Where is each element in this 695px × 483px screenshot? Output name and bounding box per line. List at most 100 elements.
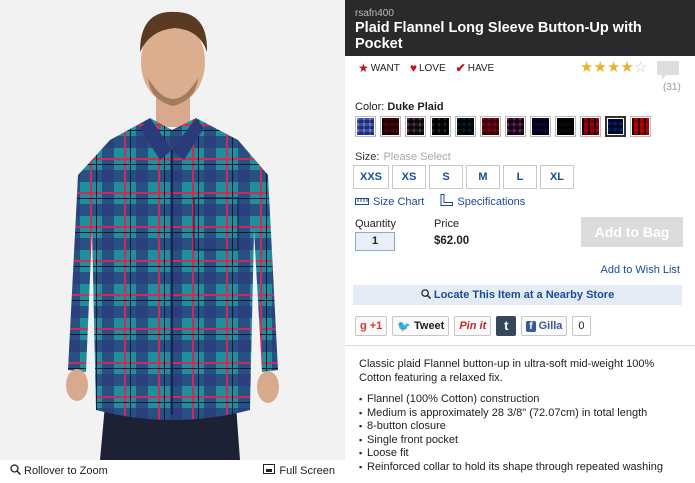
selected-color: Duke Plaid <box>387 101 444 113</box>
color-swatches <box>355 116 651 137</box>
facebook-like-label: Gilla <box>538 320 563 332</box>
facebook-like-button[interactable]: f Gilla <box>521 316 568 336</box>
want-love-have: ★ WANT ♥ LOVE ✔ HAVE <box>358 61 494 75</box>
color-swatch[interactable] <box>630 116 651 137</box>
size-chart-link[interactable]: Size Chart <box>355 194 424 209</box>
have-button[interactable]: ✔ HAVE <box>456 61 495 75</box>
size-option-xxs[interactable]: XXS <box>353 165 389 189</box>
description-bullet: Loose fit <box>359 447 689 461</box>
quantity-input[interactable]: 1 <box>355 232 395 251</box>
specifications-label: Specifications <box>457 195 526 208</box>
tweet-label: Tweet <box>413 320 445 332</box>
swatch-pattern <box>557 118 574 135</box>
size-option-xl[interactable]: XL <box>540 165 574 189</box>
product-description: Classic plaid Flannel button-up in ultra… <box>359 358 689 474</box>
comment-bubble-icon[interactable] <box>657 61 679 80</box>
color-swatch[interactable] <box>480 116 501 137</box>
review-count[interactable]: (31) <box>663 82 681 93</box>
pin-it-button[interactable]: Pin it <box>454 316 492 336</box>
locate-store-label: Locate This Item at a Nearby Store <box>433 289 615 301</box>
description-bullet: Flannel (100% Cotton) construction <box>359 393 689 407</box>
search-icon <box>421 289 434 301</box>
rating-star-icon: ☆ <box>633 59 648 76</box>
color-swatch[interactable] <box>555 116 576 137</box>
swatch-pattern <box>532 118 549 135</box>
swatch-pattern <box>608 119 623 134</box>
full-screen-button[interactable]: Full Screen <box>263 464 335 477</box>
magnifier-icon <box>10 464 22 478</box>
ruler-icon <box>355 196 369 208</box>
tumblr-icon[interactable]: t <box>496 316 517 336</box>
description-intro: Classic plaid Flannel button-up in ultra… <box>359 358 655 384</box>
want-button[interactable]: ★ WANT <box>358 61 400 75</box>
color-swatch[interactable] <box>455 116 476 137</box>
product-panel: rsafn400 Plaid Flannel Long Sleeve Butto… <box>345 0 695 483</box>
color-swatch[interactable] <box>355 116 376 137</box>
want-label: WANT <box>370 62 400 74</box>
pin-it-label: Pin it <box>459 320 487 332</box>
color-label: Color: Duke Plaid <box>355 101 444 113</box>
product-sku: rsafn400 <box>355 8 394 19</box>
google-plus-label: +1 <box>369 320 383 332</box>
color-swatch[interactable] <box>605 116 626 137</box>
swatch-pattern <box>507 118 524 135</box>
rating-star-icon: ★ <box>606 59 621 76</box>
description-bullets: Flannel (100% Cotton) constructionMedium… <box>359 393 689 474</box>
color-swatch[interactable] <box>405 116 426 137</box>
size-option-l[interactable]: L <box>503 165 537 189</box>
star-icon: ★ <box>358 61 369 75</box>
size-option-xs[interactable]: XS <box>392 165 426 189</box>
share-buttons: g +1 🐦 Tweet Pin it t f Gilla 0 <box>355 316 591 336</box>
color-swatch[interactable] <box>430 116 451 137</box>
locate-store-button[interactable]: Locate This Item at a Nearby Store <box>353 285 682 305</box>
google-plus-icon: g <box>360 320 367 332</box>
swatch-pattern <box>432 118 449 135</box>
description-bullet: Medium is approximately 28 3/8" (72.07cm… <box>359 407 689 421</box>
swatch-pattern <box>632 118 649 135</box>
divider <box>345 345 695 346</box>
size-chart-label: Size Chart <box>373 195 425 208</box>
zoom-label: Rollover to Zoom <box>24 465 108 477</box>
swatch-pattern <box>582 118 599 135</box>
have-label: HAVE <box>467 62 495 74</box>
product-photo[interactable] <box>0 0 345 460</box>
swatch-pattern <box>357 118 374 135</box>
description-bullet: Reinforced collar to hold its shape thro… <box>359 461 689 475</box>
rating-star-icon: ★ <box>580 59 594 76</box>
twitter-bird-icon: 🐦 <box>397 320 411 333</box>
description-bullet: 8-button closure <box>359 420 689 434</box>
swatch-pattern <box>407 118 424 135</box>
add-to-wish-list-link[interactable]: Add to Wish List <box>601 264 680 276</box>
rating-star-icon: ★ <box>620 59 634 76</box>
rating-star-icon: ★ <box>593 59 607 76</box>
swatch-pattern <box>482 118 499 135</box>
rollover-zoom: Rollover to Zoom <box>10 464 108 478</box>
heart-icon: ♥ <box>409 61 417 75</box>
price-label: Price <box>434 218 460 230</box>
color-swatch[interactable] <box>380 116 401 137</box>
check-icon: ✔ <box>455 61 466 75</box>
description-bullet: Single front pocket <box>359 434 689 448</box>
color-swatch[interactable] <box>505 116 526 137</box>
swatch-pattern <box>382 118 399 135</box>
size-label: Size: Please Select <box>355 151 451 163</box>
love-button[interactable]: ♥ LOVE <box>410 61 446 75</box>
star-rating[interactable]: ★ ★ ★ ★ ☆ <box>580 60 647 75</box>
tweet-button[interactable]: 🐦 Tweet <box>392 316 450 336</box>
size-placeholder: Please Select <box>383 151 451 163</box>
color-swatch[interactable] <box>580 116 601 137</box>
facebook-like-count: 0 <box>572 316 591 336</box>
size-label-text: Size: <box>355 151 380 163</box>
size-option-s[interactable]: S <box>429 165 463 189</box>
google-plus-button[interactable]: g +1 <box>355 316 388 336</box>
photo-footer: Rollover to Zoom Full Screen <box>0 460 345 483</box>
title-bar: rsafn400 Plaid Flannel Long Sleeve Butto… <box>345 0 695 56</box>
specifications-link[interactable]: Specifications <box>440 194 525 209</box>
fullscreen-icon <box>263 464 276 477</box>
color-swatch[interactable] <box>530 116 551 137</box>
swatch-pattern <box>457 118 474 135</box>
size-option-m[interactable]: M <box>466 165 500 189</box>
square-ruler-icon <box>440 194 454 209</box>
add-to-bag-button[interactable]: Add to Bag <box>581 217 683 247</box>
fullscreen-label: Full Screen <box>279 464 335 477</box>
